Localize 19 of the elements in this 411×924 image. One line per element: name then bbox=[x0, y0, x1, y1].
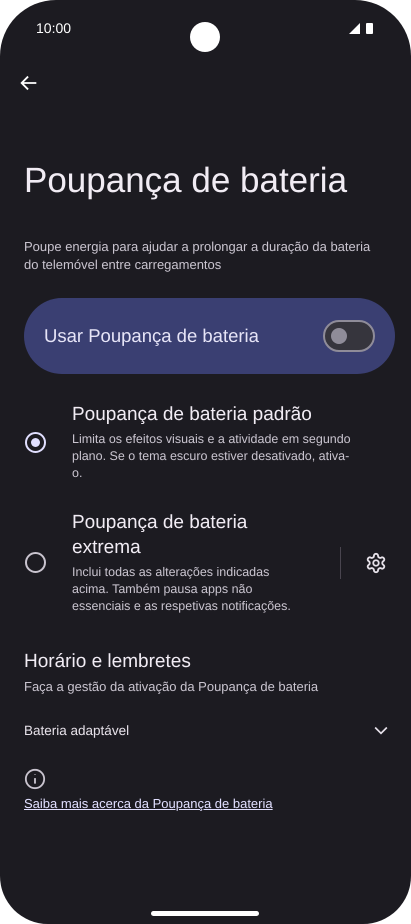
section-subtitle: Faça a gestão da ativação da Poupança de bateria bbox=[24, 679, 320, 694]
option-description: Inclui todas as alterações indicadas acima. Também pausa apps não essenciais e as respetivas notificações. bbox=[72, 564, 292, 615]
option-description: Limita os efeitos visuais e a atividade em segundo plano. Se o tema escuro estiver desativado, ativa-o. bbox=[72, 431, 352, 482]
toggle-switch[interactable] bbox=[323, 320, 375, 352]
option-title: Poupança de bateria extrema bbox=[72, 511, 248, 560]
page-title: Poupança de bateria bbox=[24, 160, 348, 202]
signal-battery-icon bbox=[349, 22, 375, 34]
section-title: Horário e lembretes bbox=[24, 651, 192, 673]
radio-button[interactable] bbox=[25, 552, 46, 573]
radio-button[interactable] bbox=[25, 432, 46, 452]
learn-more-link[interactable]: Saiba mais acerca da Poupança de bateria bbox=[24, 796, 273, 811]
page-description: Poupe energia para ajudar a prolongar a duração da bateria do telemóvel entre carregamentos bbox=[24, 238, 371, 274]
adaptive-battery-row[interactable]: Bateria adaptável bbox=[24, 720, 391, 740]
status-time: 10:00 bbox=[36, 20, 72, 36]
option-title: Poupança de bateria padrão bbox=[72, 403, 313, 427]
settings-icon[interactable] bbox=[365, 552, 387, 574]
camera-cutout bbox=[190, 22, 220, 52]
info-icon bbox=[24, 768, 46, 790]
toggle-label: Usar Poupança de bateria bbox=[44, 325, 259, 347]
